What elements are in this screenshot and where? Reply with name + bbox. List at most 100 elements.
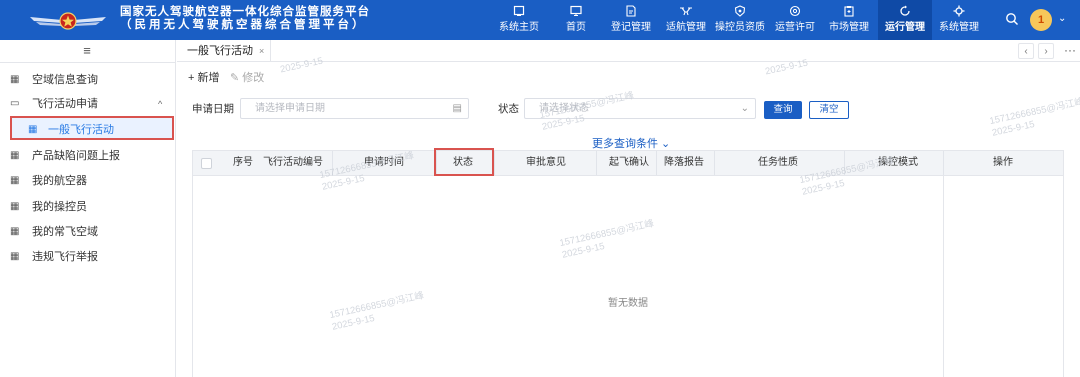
fixed-column-divider bbox=[943, 176, 944, 377]
gear-icon bbox=[936, 5, 982, 21]
home-panel-icon bbox=[496, 5, 542, 21]
column-divider bbox=[596, 151, 597, 175]
sidebar-item-flight-application[interactable]: ▭ 飞行活动申请 ^ bbox=[0, 92, 176, 116]
column-divider bbox=[714, 151, 715, 175]
sidebar-item-label: 空域信息查询 bbox=[32, 74, 98, 86]
tab-label: 一般飞行活动 bbox=[187, 45, 253, 57]
clipboard-icon bbox=[826, 5, 872, 21]
sidebar-item-label: 我的常飞空域 bbox=[32, 226, 98, 238]
nav-label: 系统主页 bbox=[499, 22, 539, 33]
settings-badge-icon bbox=[772, 5, 818, 21]
cycle-icon bbox=[878, 5, 932, 21]
watermark: 15712666855@冯江峰 2025-9-15 bbox=[539, 90, 638, 133]
chevron-right-icon[interactable]: › bbox=[1038, 43, 1054, 59]
nav-registration[interactable]: 登记管理 bbox=[608, 0, 654, 40]
nav-label: 适航管理 bbox=[666, 22, 706, 33]
grid-icon: ▦ bbox=[10, 226, 20, 237]
sidebar-item-general-flight[interactable]: ▦ 一般飞行活动 bbox=[10, 116, 174, 140]
caac-wings-logo-icon bbox=[30, 12, 106, 30]
edit-button[interactable]: ✎ 修改 bbox=[230, 70, 264, 86]
nav-home[interactable]: 首页 bbox=[558, 0, 594, 40]
grid-icon: ▦ bbox=[10, 175, 20, 186]
chevron-left-icon[interactable]: ‹ bbox=[1018, 43, 1034, 59]
sidebar-item-violation-report[interactable]: ▦ 违规飞行举报 bbox=[0, 245, 176, 269]
status-column-highlight bbox=[434, 148, 494, 176]
calendar-icon: ▤ bbox=[452, 103, 462, 114]
grid-icon: ▦ bbox=[10, 74, 20, 85]
folder-icon: ▭ bbox=[10, 98, 20, 109]
sidebar-item-label: 我的航空器 bbox=[32, 175, 87, 187]
date-picker-input[interactable]: 请选择申请日期 ▤ bbox=[240, 98, 469, 119]
nav-label: 首页 bbox=[566, 22, 586, 33]
chevron-down-icon: ⌄ bbox=[740, 103, 749, 114]
sidebar-divider bbox=[0, 62, 176, 63]
select-all-checkbox[interactable] bbox=[201, 158, 212, 169]
col-header-flight-id: 飞行活动编号 bbox=[263, 157, 323, 168]
more-conditions-label: 更多查询条件 bbox=[592, 138, 658, 150]
search-icon[interactable] bbox=[1005, 12, 1019, 26]
tab-general-flight[interactable]: 一般飞行活动 × bbox=[181, 40, 272, 62]
nav-label: 运营许可 bbox=[775, 22, 815, 33]
shield-icon bbox=[713, 5, 767, 21]
chevron-down-icon: ⌄ bbox=[658, 138, 671, 150]
nav-operation-management[interactable]: 运行管理 bbox=[878, 0, 932, 40]
monitor-icon bbox=[558, 5, 594, 21]
sidebar-item-label: 一般飞行活动 bbox=[48, 124, 114, 136]
edit-button-label: 修改 bbox=[242, 72, 265, 84]
sidebar-item-my-operators[interactable]: ▦ 我的操控员 bbox=[0, 195, 176, 219]
nav-operator-qualification[interactable]: 操控员资质 bbox=[713, 0, 767, 40]
grid-icon: ▦ bbox=[10, 201, 20, 212]
sidebar: ≡ ▦ 空域信息查询 ▭ 飞行活动申请 ^ ▦ 一般飞行活动 ▦ 产品缺陷问题上… bbox=[0, 40, 176, 377]
nav-market-management[interactable]: 市场管理 bbox=[826, 0, 872, 40]
date-label: 申请日期 bbox=[192, 103, 234, 115]
nav-system-management[interactable]: 系统管理 bbox=[936, 0, 982, 40]
watermark: 15712666855@冯江峰 2025-9-15 bbox=[989, 96, 1080, 139]
sidebar-item-my-airspace[interactable]: ▦ 我的常飞空域 bbox=[0, 220, 176, 244]
platform-title-line2: （民用无人驾驶航空器综合管理平台） bbox=[120, 19, 367, 31]
nav-label: 登记管理 bbox=[611, 22, 651, 33]
sidebar-item-label: 飞行活动申请 bbox=[32, 98, 98, 110]
status-label: 状态 bbox=[498, 103, 519, 115]
more-conditions-link[interactable]: 更多查询条件 ⌄ bbox=[592, 135, 670, 151]
column-divider bbox=[943, 151, 944, 175]
sidebar-item-label: 产品缺陷问题上报 bbox=[32, 150, 120, 162]
platform-title: 国家无人驾驶航空器一体化综合监管服务平台 （民用无人驾驶航空器综合管理平台） bbox=[120, 6, 370, 32]
nav-label: 操控员资质 bbox=[715, 22, 765, 33]
sidebar-item-defect-report[interactable]: ▦ 产品缺陷问题上报 bbox=[0, 144, 176, 168]
nav-label: 运行管理 bbox=[885, 22, 925, 33]
clear-button[interactable]: 清空 bbox=[809, 101, 849, 119]
document-edit-icon bbox=[608, 5, 654, 21]
col-header-landing-report: 降落报告 bbox=[664, 157, 704, 168]
user-avatar[interactable]: 1 bbox=[1030, 9, 1052, 31]
nav-label: 系统管理 bbox=[939, 22, 979, 33]
grid-icon: ▦ bbox=[28, 124, 38, 135]
col-header-index: 序号 bbox=[233, 157, 253, 168]
col-header-approval: 审批意见 bbox=[526, 157, 566, 168]
sidebar-item-airspace-query[interactable]: ▦ 空域信息查询 bbox=[0, 68, 176, 92]
nav-operation-license[interactable]: 运营许可 bbox=[772, 0, 818, 40]
col-header-takeoff-confirm: 起飞确认 bbox=[609, 157, 649, 168]
table-body bbox=[192, 176, 1064, 377]
nav-system-home[interactable]: 系统主页 bbox=[496, 0, 542, 40]
drone-icon bbox=[663, 5, 709, 21]
add-button[interactable]: + 新增 bbox=[188, 70, 219, 86]
column-divider bbox=[494, 151, 495, 175]
menu-collapse-icon[interactable]: ≡ bbox=[80, 44, 94, 58]
platform-title-line1: 国家无人驾驶航空器一体化综合监管服务平台 bbox=[120, 6, 370, 18]
sidebar-item-label: 我的操控员 bbox=[32, 201, 87, 213]
chevron-down-icon[interactable]: ⌄ bbox=[1058, 13, 1066, 24]
close-icon[interactable]: × bbox=[259, 46, 264, 56]
sidebar-item-my-aircraft[interactable]: ▦ 我的航空器 bbox=[0, 169, 176, 193]
grid-icon: ▦ bbox=[10, 150, 20, 161]
grid-icon: ▦ bbox=[10, 251, 20, 262]
chevron-up-icon: ^ bbox=[158, 99, 163, 109]
empty-state-text: 暂无数据 bbox=[608, 298, 648, 309]
more-horizontal-icon[interactable]: ··· bbox=[1064, 40, 1076, 60]
col-header-actions: 操作 bbox=[993, 157, 1013, 168]
sidebar-item-label: 违规飞行举报 bbox=[32, 251, 98, 263]
nav-label: 市场管理 bbox=[829, 22, 869, 33]
nav-airworthiness[interactable]: 适航管理 bbox=[663, 0, 709, 40]
date-placeholder: 请选择申请日期 bbox=[255, 103, 325, 114]
top-header-bar: 国家无人驾驶航空器一体化综合监管服务平台 （民用无人驾驶航空器综合管理平台） 系… bbox=[0, 0, 1080, 40]
query-button[interactable]: 查询 bbox=[764, 101, 802, 119]
